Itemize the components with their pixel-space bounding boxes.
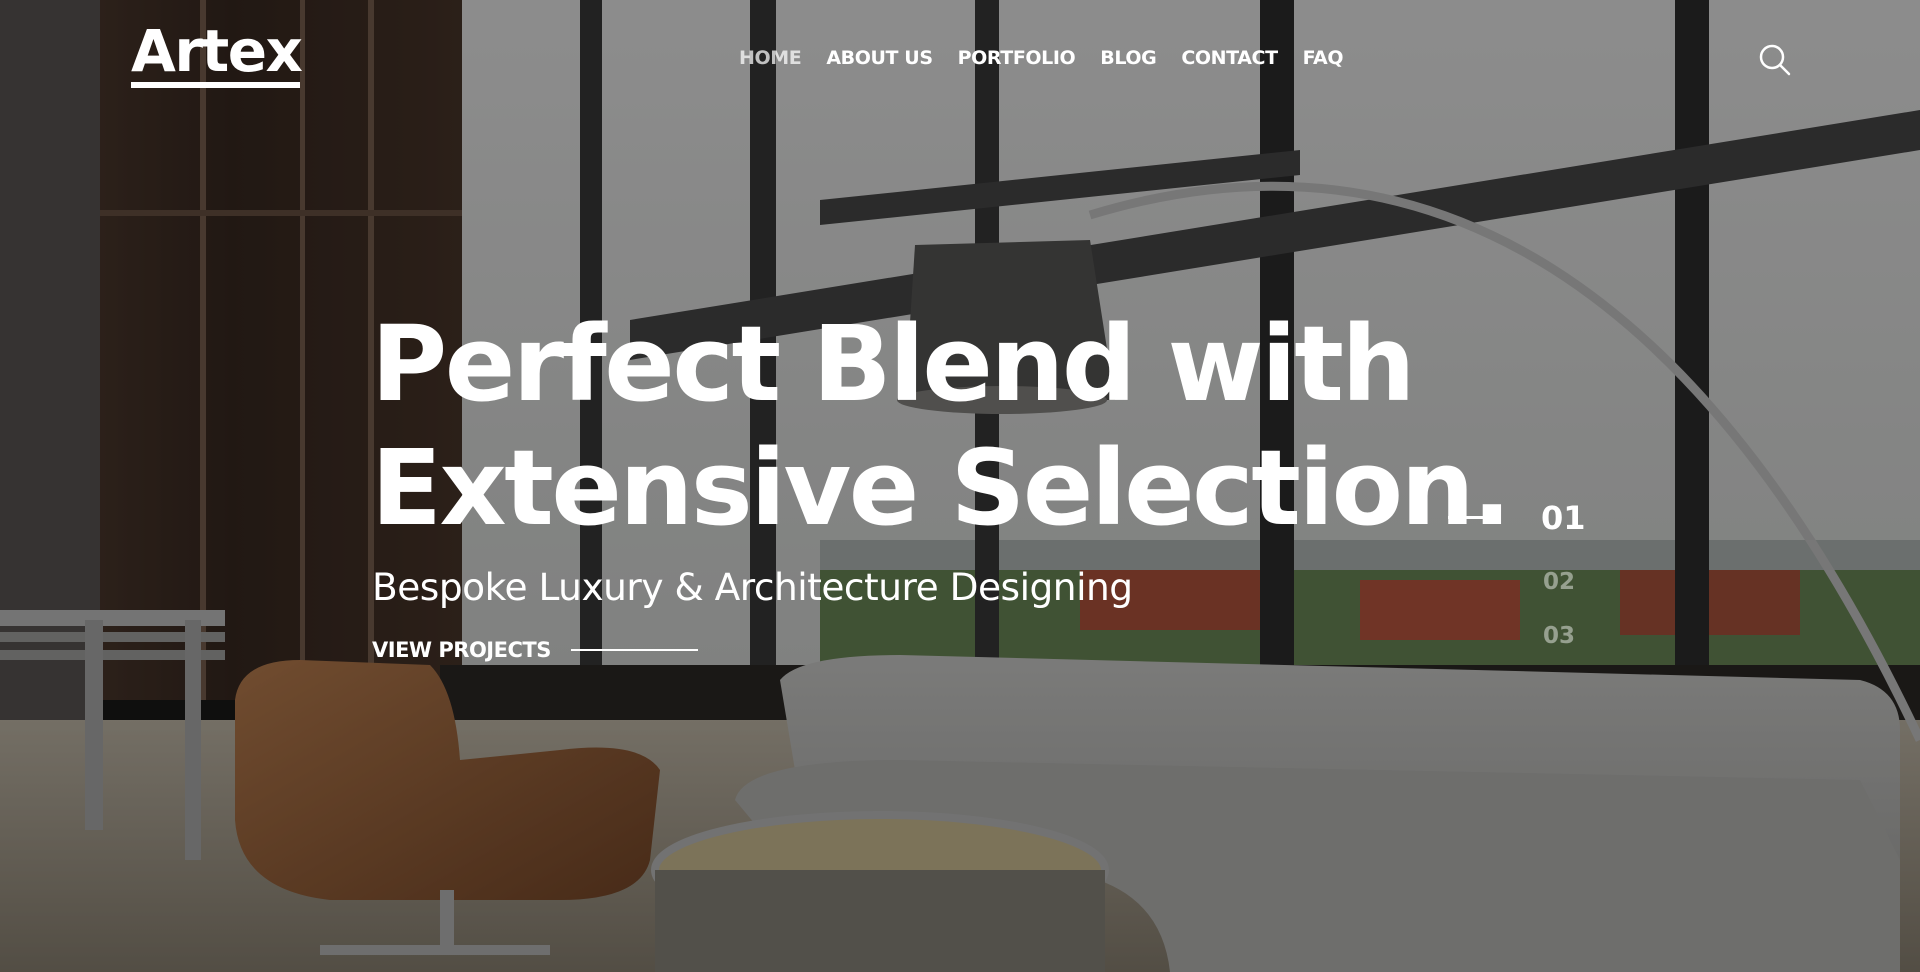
hero-section: Artex HOME ABOUT US PORTFOLIO BLOG CONTA… bbox=[0, 0, 1920, 972]
nav-item-home[interactable]: HOME bbox=[739, 47, 802, 69]
slide-number-03[interactable]: 03 bbox=[1543, 623, 1575, 649]
brand-logo-underline bbox=[131, 82, 300, 88]
nav-item-about-us[interactable]: ABOUT US bbox=[826, 47, 933, 69]
view-projects-label: VIEW PROJECTS bbox=[372, 638, 551, 662]
view-projects-line bbox=[570, 649, 698, 651]
brand-logo-text: Artex bbox=[131, 17, 303, 85]
main-nav: HOME ABOUT US PORTFOLIO BLOG CONTACT FAQ bbox=[739, 47, 1344, 69]
hero-title-line-2: Extensive Selection. bbox=[371, 427, 1512, 549]
hero-title: Perfect Blend with Extensive Selection. bbox=[371, 302, 1512, 550]
brand-logo[interactable]: Artex bbox=[131, 17, 303, 88]
view-projects-link[interactable]: VIEW PROJECTS bbox=[372, 638, 698, 662]
nav-item-blog[interactable]: BLOG bbox=[1100, 47, 1156, 69]
nav-item-contact[interactable]: CONTACT bbox=[1181, 47, 1278, 69]
nav-item-portfolio[interactable]: PORTFOLIO bbox=[958, 47, 1076, 69]
slide-pagination: 01 02 03 bbox=[1448, 488, 1588, 658]
search-icon bbox=[1759, 44, 1791, 76]
search-button[interactable] bbox=[1758, 43, 1792, 77]
slide-number-01[interactable]: 01 bbox=[1541, 499, 1586, 537]
slide-number-02[interactable]: 02 bbox=[1543, 569, 1575, 595]
nav-item-faq[interactable]: FAQ bbox=[1303, 47, 1344, 69]
slide-active-indicator bbox=[1448, 516, 1499, 519]
hero-title-line-1: Perfect Blend with bbox=[371, 303, 1416, 425]
hero-subtitle: Bespoke Luxury & Architecture Designing bbox=[372, 565, 1133, 609]
